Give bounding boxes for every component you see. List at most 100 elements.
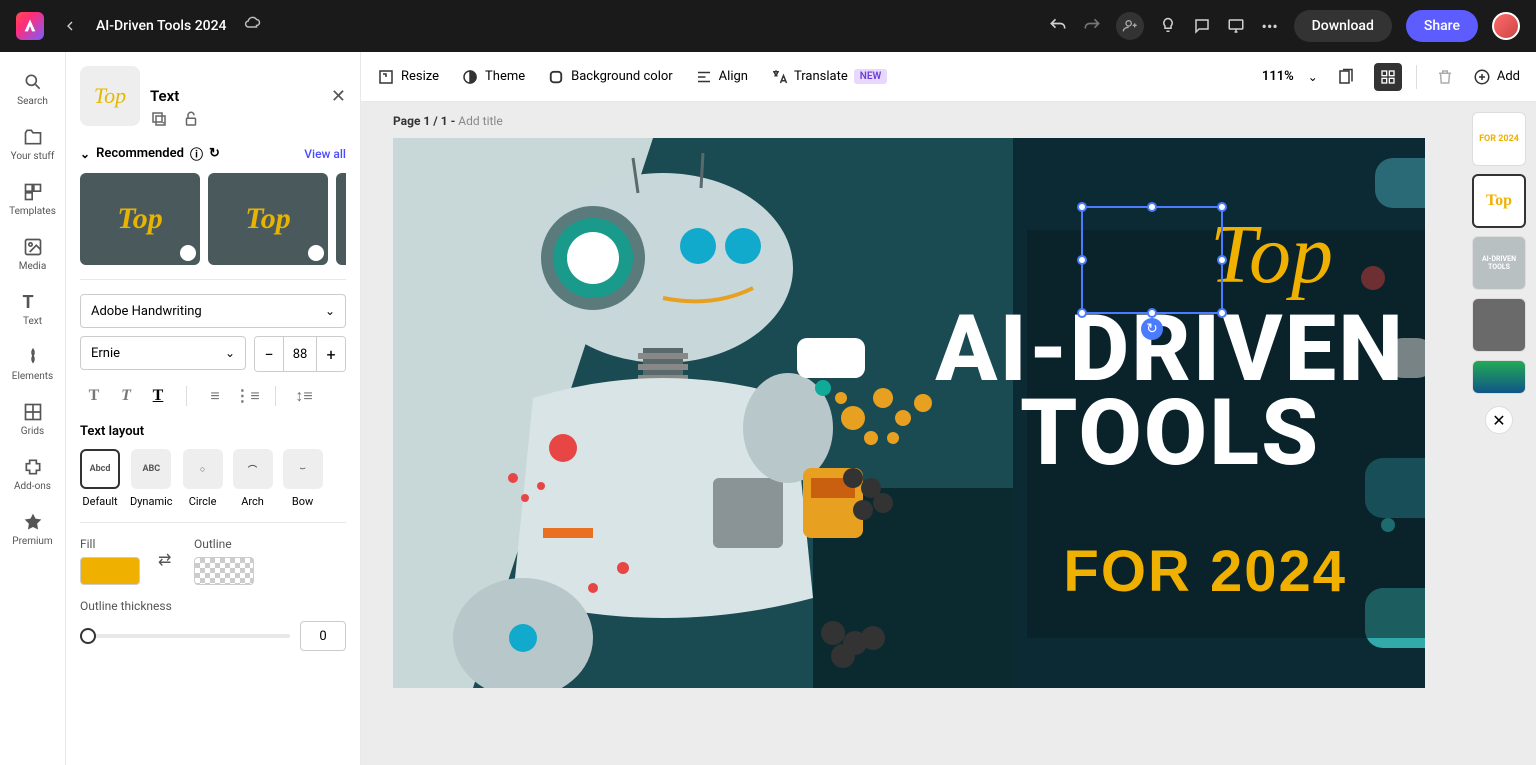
- line-height-icon[interactable]: ↕≡: [290, 382, 318, 410]
- add-button[interactable]: Add: [1473, 68, 1520, 86]
- outline-thickness-label: Outline thickness: [80, 599, 346, 613]
- delete-icon[interactable]: [1431, 63, 1459, 91]
- font-size-increase[interactable]: +: [317, 337, 345, 371]
- comment-icon[interactable]: [1192, 16, 1212, 36]
- recommended-header: ⌄ Recommended ⓘ ↻ View all: [80, 144, 346, 163]
- rail-search-label: Search: [17, 96, 48, 107]
- cloud-sync-icon[interactable]: [243, 15, 261, 37]
- rail-text-label: Text: [23, 316, 42, 327]
- undo-icon[interactable]: [1048, 16, 1068, 36]
- project-title[interactable]: AI-Driven Tools 2024: [96, 18, 227, 34]
- rec-item[interactable]: Top: [80, 173, 200, 265]
- text-style-2-icon[interactable]: T: [112, 382, 140, 410]
- redo-icon[interactable]: [1082, 16, 1102, 36]
- font-family-select[interactable]: Adobe Handwriting⌄: [80, 294, 346, 328]
- top-bar: AI-Driven Tools 2024 ••• Download Share: [0, 0, 1536, 52]
- fill-swatch[interactable]: [80, 557, 140, 585]
- view-all-link[interactable]: View all: [304, 147, 346, 161]
- list-icon[interactable]: ⋮≡: [233, 382, 261, 410]
- rail-premium-label: Premium: [12, 536, 52, 547]
- canvas-toolbar: Resize Theme Background color Align Tran…: [361, 52, 1536, 102]
- theme-button[interactable]: Theme: [461, 68, 525, 86]
- invite-icon[interactable]: [1116, 12, 1144, 40]
- share-button[interactable]: Share: [1406, 10, 1478, 42]
- zoom-chevron-icon[interactable]: ⌄: [1308, 70, 1318, 84]
- rail-grids[interactable]: Grids: [0, 392, 65, 447]
- recommended-label: Recommended: [96, 146, 184, 161]
- rail-templates-label: Templates: [9, 206, 56, 217]
- rail-grids-label: Grids: [21, 426, 44, 437]
- rail-premium[interactable]: Premium: [0, 502, 65, 557]
- rotate-handle-icon[interactable]: ↻: [1141, 318, 1163, 340]
- font-style-value: Ernie: [91, 346, 120, 361]
- canvas-text-year[interactable]: FOR 2024: [1063, 538, 1347, 605]
- layout-default[interactable]: AbcdDefault: [80, 449, 120, 508]
- artboard[interactable]: Top AI-DRIVENTOOLS FOR 2024 ↻: [393, 138, 1425, 688]
- rail-media[interactable]: Media: [0, 227, 65, 282]
- duplicate-icon[interactable]: [150, 110, 168, 132]
- back-button[interactable]: [56, 12, 84, 40]
- rec-item[interactable]: T: [336, 173, 346, 265]
- fill-label: Fill: [80, 537, 140, 551]
- layer-thumbnails: FOR 2024 Top AI-DRIVEN TOOLS ✕: [1472, 112, 1526, 434]
- more-icon[interactable]: •••: [1260, 16, 1280, 36]
- outline-thickness-slider[interactable]: [80, 634, 290, 638]
- align-button[interactable]: Align: [695, 68, 748, 86]
- rail-elements-label: Elements: [12, 371, 53, 382]
- present-icon[interactable]: [1226, 16, 1246, 36]
- thumb-1[interactable]: FOR 2024: [1472, 112, 1526, 166]
- text-style-3-icon[interactable]: T: [144, 382, 172, 410]
- info-icon[interactable]: ⓘ: [190, 144, 203, 163]
- rail-elements[interactable]: Elements: [0, 337, 65, 392]
- font-size-decrease[interactable]: −: [255, 337, 283, 371]
- grid-view-icon[interactable]: [1374, 63, 1402, 91]
- canvas-text-top[interactable]: Top: [1210, 206, 1333, 303]
- outline-swatch[interactable]: [194, 557, 254, 585]
- font-size-stepper[interactable]: − +: [254, 336, 346, 372]
- panel-close-icon[interactable]: ✕: [331, 86, 346, 107]
- chevron-down-icon[interactable]: ⌄: [80, 147, 90, 161]
- text-layout-label: Text layout: [80, 424, 346, 439]
- pages-icon[interactable]: [1332, 63, 1360, 91]
- font-family-value: Adobe Handwriting: [91, 304, 202, 319]
- thumb-2[interactable]: Top: [1472, 174, 1526, 228]
- thumbnails-close-icon[interactable]: ✕: [1485, 406, 1513, 434]
- refresh-icon[interactable]: ↻: [209, 146, 220, 161]
- layout-bow[interactable]: ⌣Bow: [283, 449, 323, 508]
- outline-thickness-input[interactable]: [300, 621, 346, 651]
- panel-thumbnail: Top: [80, 66, 140, 126]
- zoom-level[interactable]: 111%: [1262, 69, 1294, 84]
- rail-addons-label: Add-ons: [14, 481, 51, 492]
- thumb-4[interactable]: [1472, 298, 1526, 352]
- font-size-input[interactable]: [283, 337, 317, 371]
- lightbulb-icon[interactable]: [1158, 16, 1178, 36]
- page-label[interactable]: Page 1 / 1 - Add title: [393, 114, 503, 128]
- canvas-area: Resize Theme Background color Align Tran…: [361, 52, 1536, 765]
- user-avatar[interactable]: [1492, 12, 1520, 40]
- align-icon[interactable]: ≡: [201, 382, 229, 410]
- rail-your-stuff[interactable]: Your stuff: [0, 117, 65, 172]
- rail-text[interactable]: TText: [0, 282, 65, 337]
- swap-icon[interactable]: ⇄: [158, 550, 176, 568]
- rail-media-label: Media: [19, 261, 47, 272]
- text-style-1-icon[interactable]: T: [80, 382, 108, 410]
- properties-panel: Top Text ✕ ⌄ Recommended ⓘ ↻ View all To…: [66, 52, 361, 765]
- selection-box[interactable]: ↻: [1081, 206, 1223, 314]
- resize-button[interactable]: Resize: [377, 68, 439, 86]
- rail-search[interactable]: Search: [0, 62, 65, 117]
- app-logo[interactable]: [16, 12, 44, 40]
- thumb-3[interactable]: AI-DRIVEN TOOLS: [1472, 236, 1526, 290]
- layout-dynamic[interactable]: ABCDynamic: [130, 449, 173, 508]
- rail-addons[interactable]: Add-ons: [0, 447, 65, 502]
- layout-circle[interactable]: ○Circle: [183, 449, 223, 508]
- layout-arch[interactable]: ⌒Arch: [233, 449, 273, 508]
- download-button[interactable]: Download: [1294, 10, 1392, 42]
- font-style-select[interactable]: Ernie⌄: [80, 336, 246, 370]
- bg-color-button[interactable]: Background color: [547, 68, 673, 86]
- rec-item[interactable]: Top: [208, 173, 328, 265]
- rail-templates[interactable]: Templates: [0, 172, 65, 227]
- translate-button[interactable]: TranslateNEW: [770, 68, 887, 86]
- thumb-5[interactable]: [1472, 360, 1526, 394]
- canvas-text-main[interactable]: AI-DRIVENTOOLS: [935, 308, 1405, 476]
- lock-icon[interactable]: [182, 110, 200, 132]
